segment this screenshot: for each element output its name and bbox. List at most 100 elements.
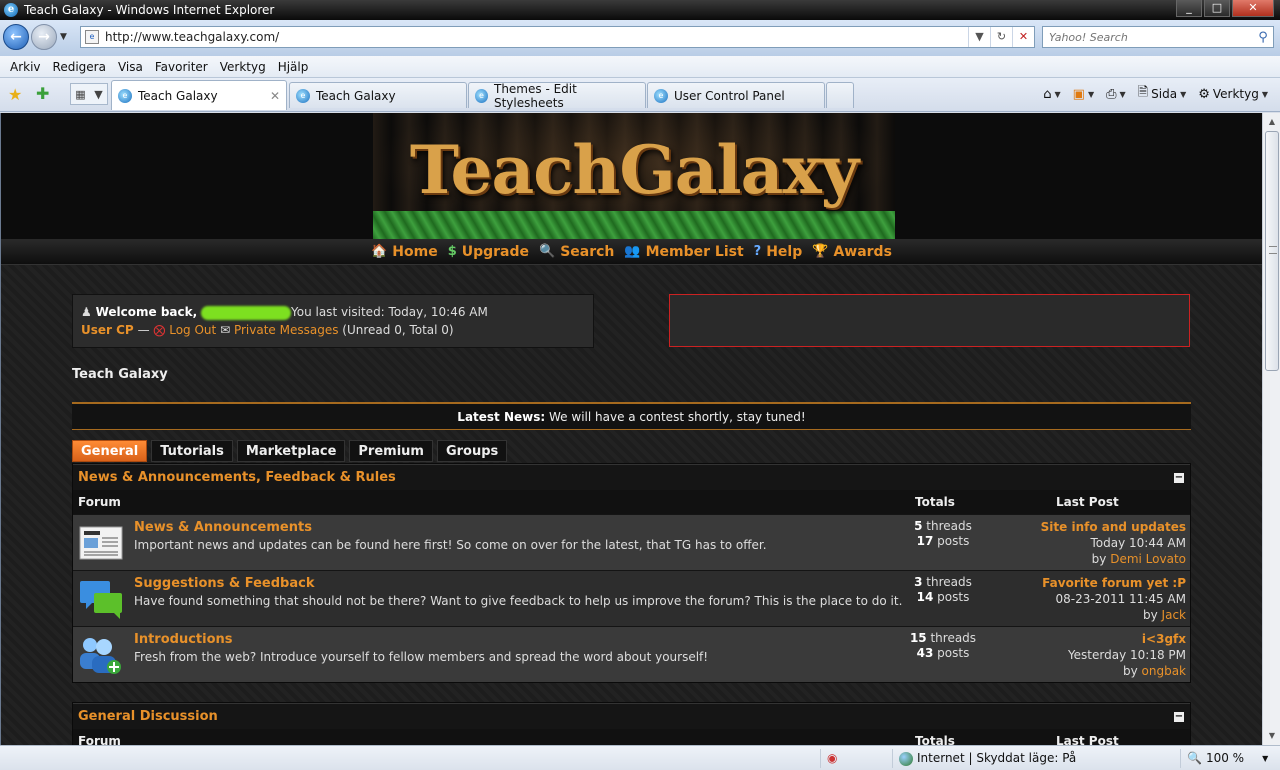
tab-groups[interactable]: Groups <box>436 440 508 462</box>
close-window-button[interactable]: ✕ <box>1232 0 1274 17</box>
zoom-segment[interactable]: 🔍 100 % ▼ <box>1180 749 1276 768</box>
refresh-icon[interactable]: ↻ <box>990 27 1012 47</box>
thread-count: 5 <box>914 519 923 533</box>
tab-user-cp[interactable]: e User Control Panel <box>647 82 825 108</box>
nav-member-list[interactable]: 👥 Member List <box>624 244 743 260</box>
tab-themes[interactable]: e Themes - Edit Stylesheets <box>468 81 646 110</box>
url-dropdown-icon[interactable]: ▼ <box>968 27 990 47</box>
vertical-scrollbar[interactable]: ▲ ▼ <box>1262 113 1280 745</box>
tools-menu-button[interactable]: ⚙ Verktyg ▼ <box>1194 84 1272 104</box>
address-field[interactable]: e http://www.teachgalaxy.com/ ▼ ↻ ✕ <box>80 26 1035 48</box>
gear-icon: ⚙ <box>1198 86 1210 102</box>
address-toolbar: ← → ▼ e http://www.teachgalaxy.com/ ▼ ↻ … <box>0 20 1280 56</box>
command-bar: ⌂ ▼ ▣ ▼ ⎙ ▼ 🗎 Sida ▼ ⚙ Verktyg ▼ <box>1039 84 1272 104</box>
nav-upgrade[interactable]: $ Upgrade <box>448 244 529 260</box>
back-button[interactable]: ← <box>3 24 29 50</box>
tab-bar: ★ ✚ ▦ ▼ e Teach Galaxy ✕ e Teach Galaxy … <box>0 78 1280 112</box>
last-post-author[interactable]: ongbak <box>1142 664 1186 678</box>
last-post-author[interactable]: Demi Lovato <box>1110 552 1186 566</box>
add-favorite-icon[interactable]: ✚ <box>36 84 49 103</box>
search-input[interactable] <box>1043 30 1253 44</box>
forum-title-link[interactable]: Introductions <box>134 632 233 647</box>
category-title[interactable]: News & Announcements, Feedback & Rules − <box>73 464 1190 490</box>
privacy-segment[interactable]: ◉ <box>820 749 890 768</box>
feeds-button[interactable]: ▣ ▼ <box>1069 84 1098 104</box>
category-general-discussion: General Discussion − Forum Totals Last P… <box>72 702 1191 745</box>
menu-favorites[interactable]: Favoriter <box>149 60 214 74</box>
last-post-title[interactable]: Favorite forum yet :P <box>1042 575 1186 591</box>
home-icon: ⌂ <box>1043 86 1052 102</box>
forum-title-link[interactable]: Suggestions & Feedback <box>134 576 315 591</box>
globe-icon <box>899 751 913 766</box>
page-menu-button[interactable]: 🗎 Sida ▼ <box>1134 84 1191 104</box>
speech-bubbles-icon <box>80 581 122 619</box>
tab-page-icon: e <box>296 88 310 103</box>
category-title-text: General Discussion <box>78 709 218 724</box>
members-icon: 👥 <box>624 244 641 259</box>
tab-tutorials[interactable]: Tutorials <box>151 440 233 462</box>
menu-view[interactable]: Visa <box>112 60 149 74</box>
quick-tabs-button[interactable]: ▦ ▼ <box>70 83 108 105</box>
favorites-star-icon[interactable]: ★ <box>8 85 22 104</box>
add-user-icon <box>80 638 121 674</box>
collapse-icon[interactable]: − <box>1174 473 1184 483</box>
forward-button[interactable]: → <box>31 24 57 50</box>
posts-label: posts <box>937 534 970 548</box>
site-logo[interactable]: TeachGalaxy <box>373 113 895 239</box>
threads-label: threads <box>926 519 972 533</box>
breadcrumb[interactable]: Teach Galaxy <box>72 367 168 382</box>
forum-title-link[interactable]: News & Announcements <box>134 520 312 535</box>
url-text[interactable]: http://www.teachgalaxy.com/ <box>105 30 968 44</box>
search-icon[interactable]: ⚲ <box>1253 30 1273 45</box>
thread-count: 3 <box>914 575 923 589</box>
menu-tools[interactable]: Verktyg <box>214 60 272 74</box>
nav-home[interactable]: 🏠 Home <box>371 244 438 260</box>
last-post-author[interactable]: Jack <box>1162 608 1186 622</box>
grid-icon: ▦ <box>75 87 86 101</box>
tab-label: Themes - Edit Stylesheets <box>493 81 577 110</box>
tab-marketplace[interactable]: Marketplace <box>236 440 346 462</box>
menu-file[interactable]: Arkiv <box>4 60 47 74</box>
maximize-button[interactable]: □ <box>1204 0 1230 17</box>
scroll-down-icon[interactable]: ▼ <box>1264 728 1280 744</box>
scroll-up-icon[interactable]: ▲ <box>1264 114 1280 130</box>
threads-label: threads <box>930 631 977 645</box>
forum-totals: 15 threads 43 posts <box>893 631 993 661</box>
tab-general[interactable]: General <box>72 440 148 462</box>
category-title[interactable]: General Discussion − <box>73 703 1190 729</box>
nav-search[interactable]: 🔍 Search <box>539 244 614 260</box>
tab-teach-galaxy-active[interactable]: e Teach Galaxy ✕ <box>111 80 287 110</box>
printer-icon: ⎙ <box>1106 86 1117 102</box>
last-post-title[interactable]: Site info and updates <box>1041 519 1186 535</box>
nav-label: Awards <box>833 243 892 260</box>
last-post-title[interactable]: i<3gfx <box>1068 631 1186 647</box>
nav-label: Home <box>392 243 438 260</box>
logout-link[interactable]: Log Out <box>169 323 216 337</box>
new-tab-button[interactable] <box>826 82 854 108</box>
menu-edit[interactable]: Redigera <box>47 60 112 74</box>
scroll-thumb[interactable] <box>1265 131 1279 371</box>
user-cp-link[interactable]: User CP <box>81 323 134 337</box>
pm-counts: (Unread 0, Total 0) <box>342 323 454 337</box>
history-dropdown-icon[interactable]: ▼ <box>60 32 67 42</box>
stop-icon[interactable]: ✕ <box>1012 27 1034 47</box>
tab-teach-galaxy[interactable]: e Teach Galaxy <box>289 82 467 108</box>
forum-row: Introductions Fresh from the web? Introd… <box>73 626 1190 682</box>
home-button[interactable]: ⌂ ▼ <box>1039 84 1064 104</box>
tab-premium[interactable]: Premium <box>349 440 433 462</box>
tab-close-icon[interactable]: ✕ <box>270 89 280 103</box>
menu-help[interactable]: Hjälp <box>272 60 315 74</box>
help-icon: ? <box>753 244 762 259</box>
header-banner: TeachGalaxy <box>1 113 1262 239</box>
nav-awards[interactable]: 🏆 Awards <box>812 244 892 260</box>
nav-help[interactable]: ? Help <box>754 244 803 260</box>
zone-segment[interactable]: Internet | Skyddat läge: På <box>892 749 1176 768</box>
private-messages-link[interactable]: Private Messages <box>234 323 339 337</box>
collapse-icon[interactable]: − <box>1174 712 1184 722</box>
minimize-button[interactable]: _ <box>1176 0 1202 17</box>
tab-label: Teach Galaxy <box>138 88 218 103</box>
search-box[interactable]: ⚲ <box>1042 26 1274 48</box>
category-title-text: News & Announcements, Feedback & Rules <box>78 470 396 485</box>
print-button[interactable]: ⎙ ▼ <box>1102 84 1130 104</box>
column-headers: Forum Totals Last Post <box>73 490 1190 514</box>
